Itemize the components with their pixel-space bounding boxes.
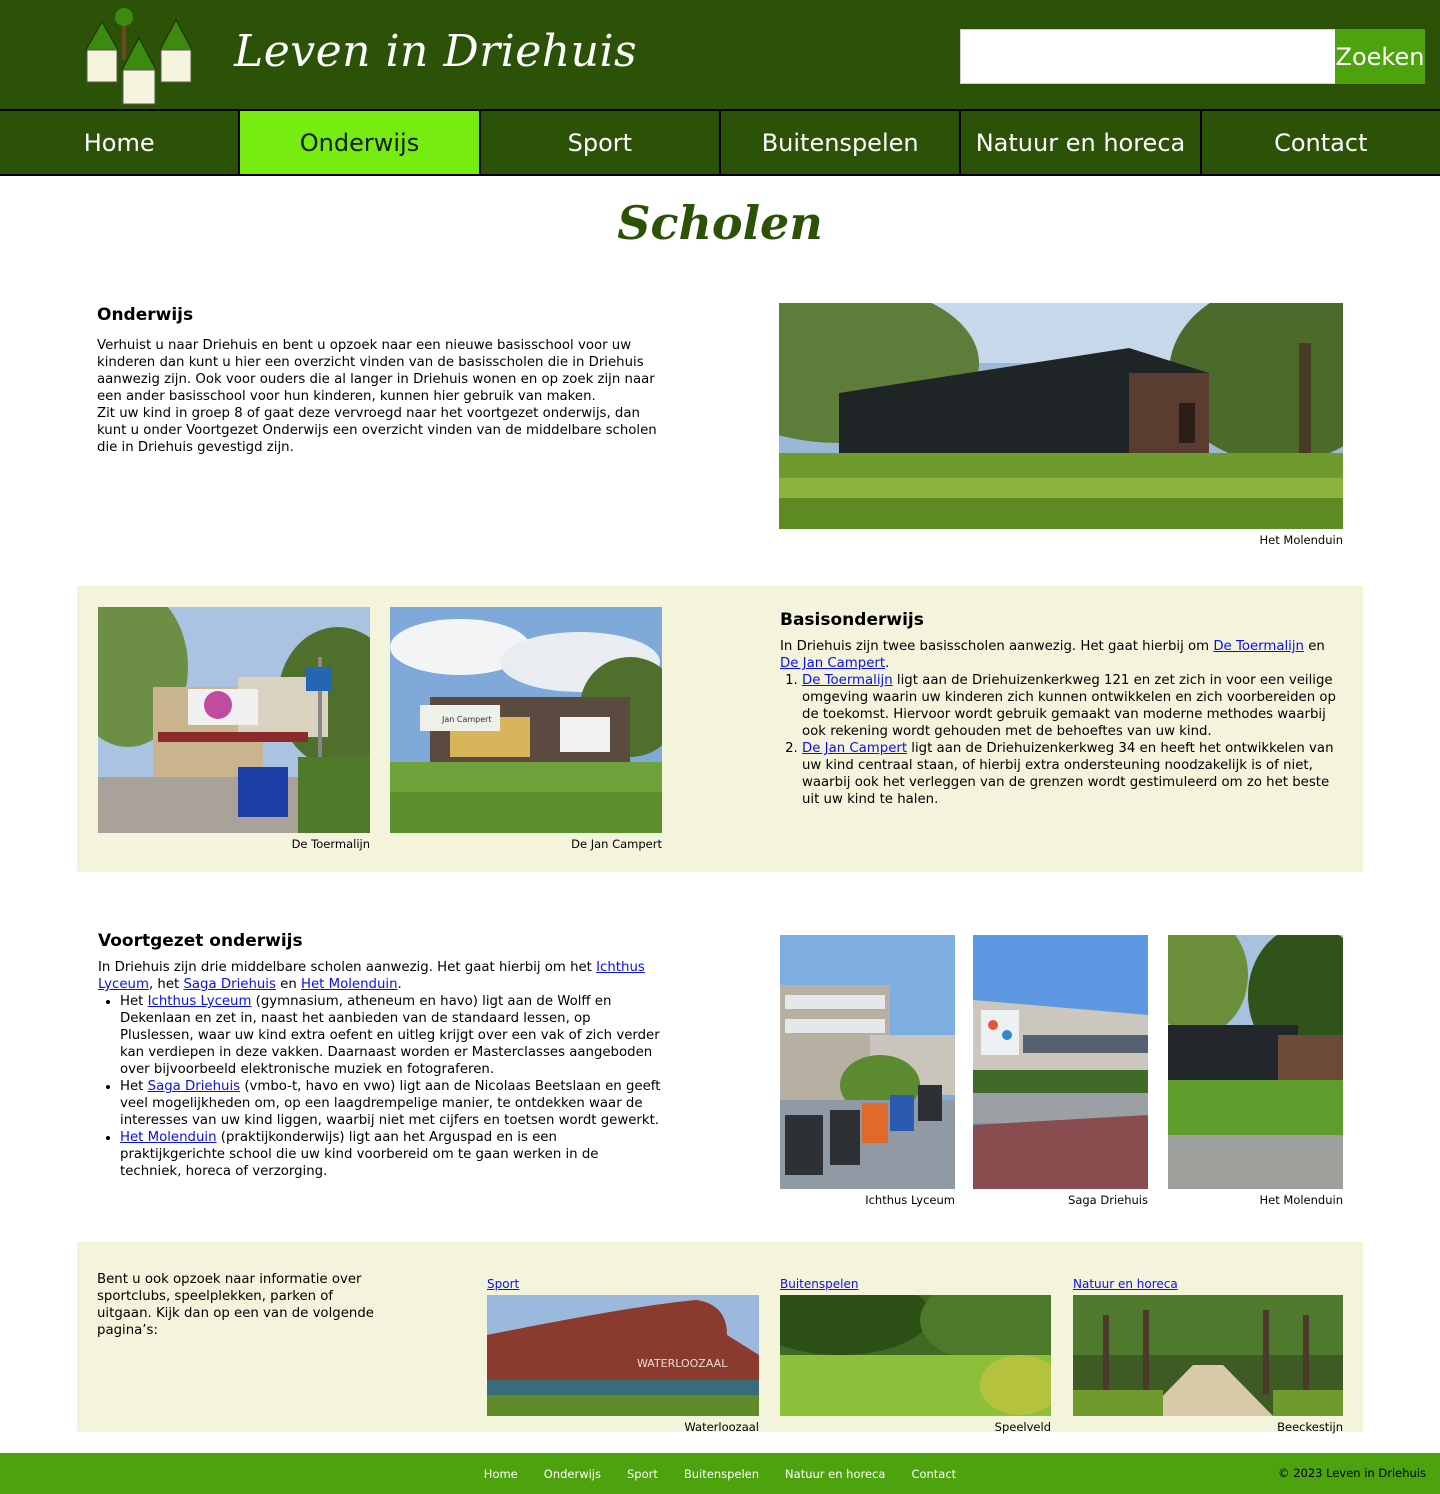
saga-caption: Saga Driehuis [1068,1193,1148,1207]
onderwijs-paragraph-1: Verhuist u naar Driehuis en bent u opzoe… [97,338,655,404]
jan-campert-figure: Jan Campert De Jan Campert [390,607,662,851]
buitenspelen-card: Buitenspelen Speelveld [780,1273,1051,1434]
molenduin-figure: Het Molenduin [779,303,1343,547]
copyright: © 2023 Leven in Driehuis [1278,1466,1426,1480]
nav-item-onderwijs[interactable]: Onderwijs [240,111,481,174]
intro-text: In Driehuis zijn twee basisscholen aanwe… [780,639,1214,654]
intro-text: , het [148,977,184,992]
saga-photo [973,935,1148,1189]
nav-item-home[interactable]: Home [0,111,241,174]
beeckestijn-caption: Beeckestijn [1277,1420,1343,1434]
middelbare-scholen-list: Het Ichthus Lyceum (gymnasium, atheneum … [98,993,664,1180]
beeckestijn-photo[interactable] [1073,1295,1343,1416]
link-jan-campert[interactable]: De Jan Campert [780,656,885,671]
nav-item-contact[interactable]: Contact [1202,111,1440,174]
speelveld-photo[interactable] [780,1295,1051,1416]
waterloozaal-photo[interactable]: WATERLOOZAAL [487,1295,759,1416]
nav-item-natuur-en-horeca[interactable]: Natuur en horeca [961,111,1202,174]
list-item: De Jan Campert ligt aan de Driehuizenker… [802,740,1346,808]
page-title: Scholen [617,196,823,250]
link-saga-driehuis[interactable]: Saga Driehuis [148,1079,240,1094]
footer-nav: Home Onderwijs Sport Buitenspelen Natuur… [0,1453,1440,1494]
link-saga-driehuis[interactable]: Saga Driehuis [183,977,275,992]
footer-link-onderwijs[interactable]: Onderwijs [544,1467,601,1481]
list-item: De Toermalijn ligt aan de Driehuizenkerk… [802,672,1346,740]
sport-card: Sport WATERLOOZAAL Waterloozaal [487,1273,759,1434]
intro-text: In Driehuis zijn drie middelbare scholen… [98,960,597,975]
footer-link-sport[interactable]: Sport [627,1467,658,1481]
voortgezet-text: Voortgezet onderwijs In Driehuis zijn dr… [98,931,664,1180]
footer-link-contact[interactable]: Contact [911,1467,956,1481]
link-toermalijn[interactable]: De Toermalijn [1213,639,1304,654]
toermalijn-photo [98,607,370,833]
list-item: Het Saga Driehuis (vmbo-t, havo en vwo) … [120,1078,664,1129]
footer-link-home[interactable]: Home [484,1467,518,1481]
ichthus-photo [780,935,955,1189]
link-het-molenduin[interactable]: Het Molenduin [301,977,398,992]
site-title[interactable]: Leven in Driehuis [234,26,637,77]
site-logo[interactable] [84,8,196,106]
voortgezet-intro: In Driehuis zijn drie middelbare scholen… [98,959,664,993]
school-sign-text: Jan Campert [441,715,492,724]
onderwijs-heading: Onderwijs [97,305,194,325]
list-item-prefix: Het [120,1079,148,1094]
basisonderwijs-section: De Toermalijn Jan Campert De Jan Campert… [77,586,1363,872]
basisonderwijs-heading: Basisonderwijs [780,610,924,630]
basisonderwijs-text: Basisonderwijs In Driehuis zijn twee bas… [780,610,1346,808]
onderwijs-paragraph-2: Zit uw kind in groep 8 of gaat deze verv… [97,406,657,455]
list-item: Het Molenduin (praktijkonderwijs) ligt a… [120,1129,664,1180]
molenduin-photo [779,303,1343,529]
main-nav: Home Onderwijs Sport Buitenspelen Natuur… [0,111,1440,176]
houses-logo-icon [85,8,193,105]
site-footer: Home Onderwijs Sport Buitenspelen Natuur… [0,1453,1440,1494]
natuur-card: Natuur en horeca Beeckestijn [1073,1273,1343,1434]
jan-campert-photo: Jan Campert [390,607,662,833]
link-buitenspelen[interactable]: Buitenspelen [780,1277,858,1292]
intro-text: . [397,977,402,992]
basisscholen-list: De Toermalijn ligt aan de Driehuizenkerk… [780,672,1346,808]
link-jan-campert[interactable]: De Jan Campert [802,741,907,756]
ichthus-figure: Ichthus Lyceum [780,935,955,1207]
saga-figure: Saga Driehuis [973,935,1148,1207]
more-info-section: Bent u ook opzoek naar informatie over s… [77,1242,1363,1434]
link-natuur-en-horeca[interactable]: Natuur en horeca [1073,1277,1178,1292]
link-sport[interactable]: Sport [487,1277,519,1292]
footer-link-natuur-en-horeca[interactable]: Natuur en horeca [785,1467,885,1481]
molenduin-small-caption: Het Molenduin [1259,1193,1343,1207]
intro-text: en [275,977,301,992]
molenduin-small-photo [1168,935,1343,1189]
search-input[interactable] [960,29,1336,84]
site-header: Leven in Driehuis Zoeken [0,0,1440,111]
voortgezet-heading: Voortgezet onderwijs [98,931,303,951]
footer-link-buitenspelen[interactable]: Buitenspelen [684,1467,759,1481]
nav-item-buitenspelen[interactable]: Buitenspelen [721,111,962,174]
search-button[interactable]: Zoeken [1335,29,1425,84]
waterloozaal-caption: Waterloozaal [684,1420,759,1434]
nav-item-sport[interactable]: Sport [481,111,721,174]
speelveld-caption: Speelveld [994,1420,1051,1434]
toermalijn-caption: De Toermalijn [291,837,370,851]
ichthus-caption: Ichthus Lyceum [865,1193,955,1207]
jan-campert-caption: De Jan Campert [571,837,662,851]
link-toermalijn[interactable]: De Toermalijn [802,673,893,688]
link-ichthus-lyceum[interactable]: Ichthus Lyceum [148,994,252,1009]
intro-text: . [885,656,890,671]
link-het-molenduin[interactable]: Het Molenduin [120,1130,217,1145]
basisonderwijs-intro: In Driehuis zijn twee basisscholen aanwe… [780,638,1346,672]
intro-text: en [1303,639,1325,654]
building-sign: WATERLOOZAAL [637,1357,728,1370]
list-item-prefix: Het [120,994,148,1009]
onderwijs-text: Onderwijs Verhuist u naar Driehuis en be… [97,305,657,456]
molenduin-small-figure: Het Molenduin [1168,935,1343,1207]
list-item: Het Ichthus Lyceum (gymnasium, atheneum … [120,993,664,1078]
molenduin-caption: Het Molenduin [1259,533,1343,547]
more-info-text: Bent u ook opzoek naar informatie over s… [97,1272,374,1338]
toermalijn-figure: De Toermalijn [98,607,370,851]
